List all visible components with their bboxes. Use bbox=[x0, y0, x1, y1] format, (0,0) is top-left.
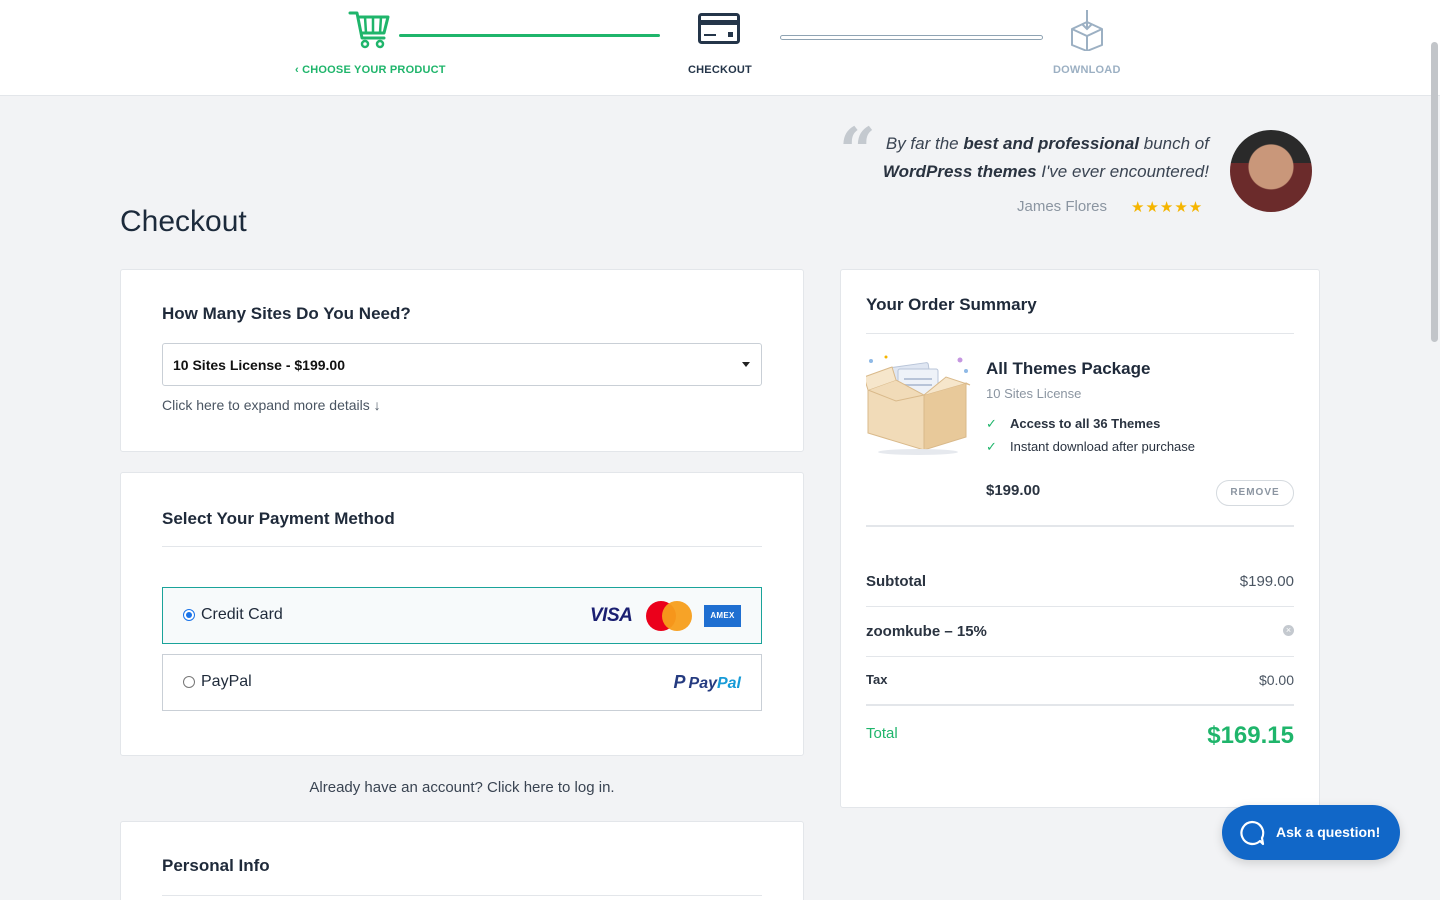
radio-paypal[interactable] bbox=[183, 676, 195, 688]
subtotal-label: Subtotal bbox=[866, 573, 926, 590]
page-title: Checkout bbox=[120, 205, 247, 238]
box-download-icon bbox=[1069, 9, 1105, 56]
credit-card-icon bbox=[698, 13, 740, 50]
payment-card: Select Your Payment Method Credit Card V… bbox=[120, 472, 804, 756]
total-value: $169.15 bbox=[1207, 722, 1294, 749]
tax-value: $0.00 bbox=[1258, 672, 1294, 688]
check-icon: ✓ bbox=[986, 416, 997, 431]
check-icon: ✓ bbox=[986, 439, 997, 454]
amex-icon: AMEX bbox=[704, 605, 741, 627]
divider bbox=[866, 606, 1294, 607]
progress-line-complete bbox=[399, 34, 660, 37]
expand-details-link[interactable]: Click here to expand more details ↓ bbox=[162, 397, 381, 413]
divider bbox=[162, 895, 762, 896]
sites-heading: How Many Sites Do You Need? bbox=[162, 304, 411, 323]
feature-item: ✓ Instant download after purchase bbox=[986, 439, 1196, 454]
payment-option-credit-card[interactable]: Credit Card VISA AMEX bbox=[162, 587, 762, 644]
summary-heading: Your Order Summary bbox=[866, 295, 1037, 314]
step-label: CHECKOUT bbox=[688, 64, 752, 76]
license-select[interactable]: 10 Sites License - $199.00 bbox=[162, 343, 762, 386]
personal-info-card: Personal Info bbox=[120, 821, 804, 900]
remove-coupon-icon[interactable]: × bbox=[1283, 625, 1294, 636]
step-label[interactable]: ‹ CHOOSE YOUR PRODUCT bbox=[295, 64, 446, 76]
checkout-progress-bar: ‹ CHOOSE YOUR PRODUCT CHECKOUT DOWNLOAD bbox=[0, 0, 1440, 96]
divider bbox=[866, 333, 1294, 334]
testimonial-author: James Flores bbox=[1017, 198, 1108, 215]
payment-option-paypal[interactable]: PayPal P PayPal bbox=[162, 654, 762, 711]
testimonial: “ By far the best and professional bunch… bbox=[835, 120, 1315, 230]
star-rating: ★★★★★ bbox=[1131, 199, 1204, 216]
paypal-icon: P PayPal bbox=[673, 672, 742, 692]
avatar bbox=[1230, 130, 1312, 212]
login-link[interactable]: Already have an account? Click here to l… bbox=[120, 779, 804, 796]
chat-label: Ask a question! bbox=[1276, 824, 1381, 840]
total-label: Total bbox=[866, 725, 898, 742]
step-download: DOWNLOAD bbox=[1045, 0, 1135, 96]
step-checkout: CHECKOUT bbox=[680, 0, 760, 96]
divider bbox=[162, 546, 762, 547]
subtotal-value: $199.00 bbox=[1239, 573, 1294, 590]
chat-bubble-icon bbox=[1239, 820, 1265, 851]
radio-credit-card[interactable] bbox=[183, 609, 195, 621]
step-label: DOWNLOAD bbox=[1053, 64, 1121, 76]
coupon-label: zoomkube – 15% bbox=[866, 623, 987, 640]
payment-option-label: PayPal bbox=[201, 673, 252, 690]
product-price: $199.00 bbox=[986, 482, 1041, 499]
tax-label: Tax bbox=[866, 672, 888, 687]
feature-item: ✓ Access to all 36 Themes bbox=[986, 416, 1161, 431]
divider bbox=[866, 525, 1294, 527]
testimonial-quote: By far the best and professional bunch o… bbox=[882, 134, 1209, 181]
mastercard-icon bbox=[646, 601, 692, 631]
product-license: 10 Sites License bbox=[986, 386, 1082, 401]
product-name: All Themes Package bbox=[986, 359, 1151, 378]
scrollbar[interactable] bbox=[1431, 42, 1438, 342]
chevron-down-icon bbox=[742, 362, 750, 367]
progress-line-incomplete bbox=[780, 35, 1043, 40]
order-summary-card: Your Order Summary All Themes Package 10… bbox=[840, 269, 1320, 808]
payment-heading: Select Your Payment Method bbox=[162, 509, 395, 528]
cart-icon bbox=[348, 8, 390, 55]
divider bbox=[866, 704, 1294, 706]
step-choose-product[interactable]: ‹ CHOOSE YOUR PRODUCT bbox=[290, 0, 450, 96]
sites-card: How Many Sites Do You Need? 10 Sites Lic… bbox=[120, 269, 804, 452]
personal-heading: Personal Info bbox=[162, 856, 270, 875]
payment-option-label: Credit Card bbox=[201, 606, 283, 623]
divider bbox=[866, 656, 1294, 657]
package-box-icon bbox=[863, 355, 971, 455]
ask-question-button[interactable]: Ask a question! bbox=[1222, 805, 1400, 860]
visa-icon: VISA bbox=[590, 605, 633, 626]
license-selected-value: 10 Sites License - $199.00 bbox=[173, 357, 345, 373]
remove-button[interactable]: REMOVE bbox=[1216, 480, 1294, 506]
